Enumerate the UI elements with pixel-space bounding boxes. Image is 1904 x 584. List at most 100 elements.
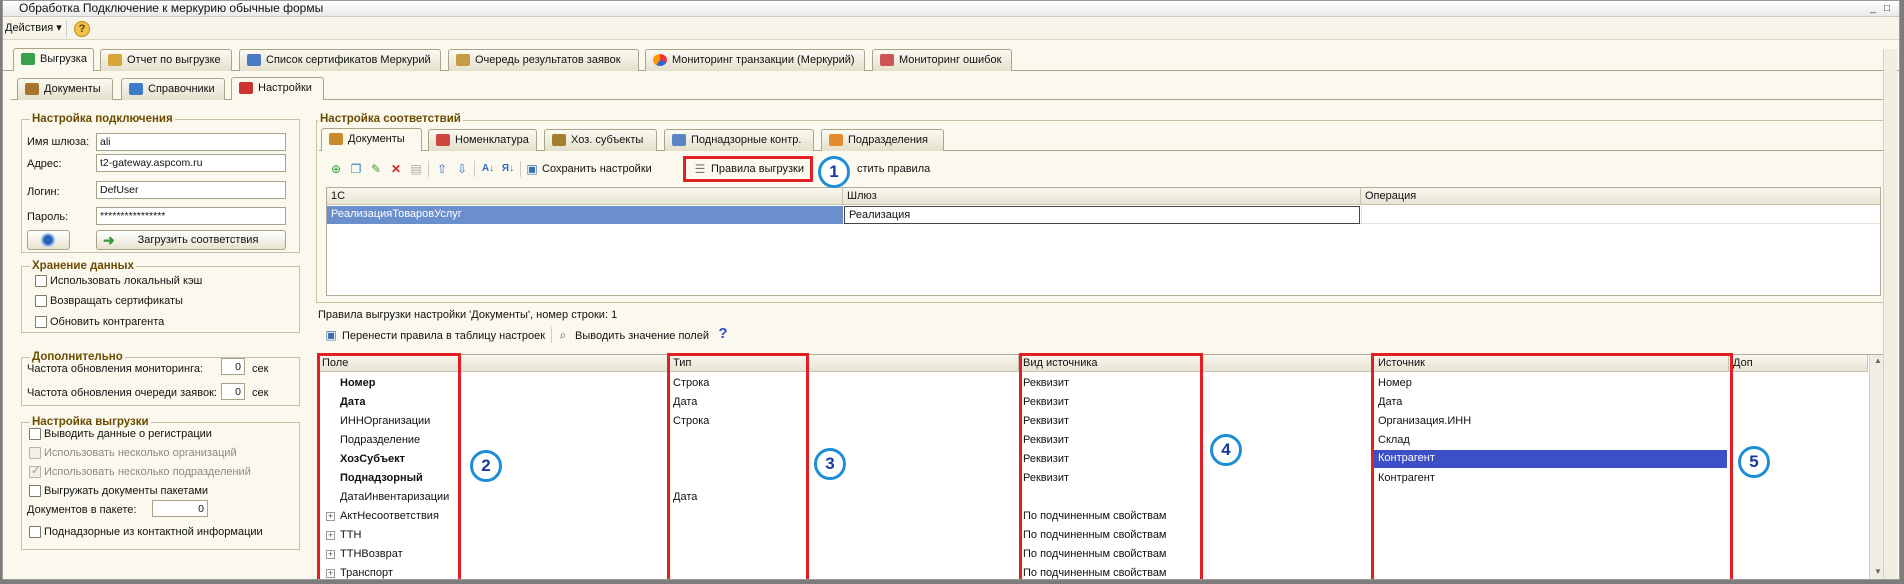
registration-data-checkbox[interactable] — [29, 428, 41, 440]
export-settings-title: Настройка выгрузки — [30, 416, 151, 428]
book-icon — [129, 83, 143, 95]
highlight-kind-column — [1019, 353, 1203, 579]
scroll-up-icon[interactable]: ▲ — [1874, 356, 1882, 365]
tab-label: Выгрузка — [40, 53, 87, 65]
col-operation[interactable]: Операция — [1361, 188, 1880, 205]
tab-label: Отчет по выгрузке — [127, 54, 221, 66]
monitor-icon — [880, 54, 894, 66]
tab-label: Мониторинг транзакции (Меркурий) — [672, 54, 855, 66]
tab-references[interactable]: Справочники — [121, 78, 225, 100]
sort-asc-icon[interactable]: A↓ — [480, 161, 496, 177]
add-icon[interactable]: ⊕ — [328, 161, 344, 177]
mapping-tab-documents[interactable]: Документы — [321, 128, 422, 151]
col-gateway[interactable]: Шлюз — [843, 188, 1361, 205]
move-down-icon[interactable]: ⇩ — [454, 161, 470, 177]
update-counterparty-checkbox[interactable] — [35, 316, 47, 328]
tab-label: Очередь результатов заявок — [475, 54, 621, 66]
help-icon[interactable]: ? — [74, 21, 90, 37]
update-counterparty-label: Обновить контрагента — [50, 316, 165, 328]
annotation-3: 3 — [814, 448, 846, 480]
menu-bar: Действия ▾ ? — [3, 18, 1899, 40]
tab-transaction-monitoring[interactable]: Мониторинг транзакции (Меркурий) — [645, 49, 865, 71]
menu-divider — [66, 20, 67, 38]
arrow-right-icon: ➜ — [103, 232, 115, 248]
actions-menu[interactable]: Действия ▾ — [5, 22, 62, 35]
tab-settings[interactable]: Настройки — [231, 77, 324, 100]
power-icon — [41, 233, 55, 247]
tab-error-monitoring[interactable]: Мониторинг ошибок — [872, 49, 1012, 71]
gateway-input[interactable]: ali — [96, 133, 286, 151]
toolbar-divider — [428, 161, 429, 177]
report-icon — [108, 54, 122, 66]
address-input[interactable]: t2-gateway.aspcom.ru — [96, 154, 286, 172]
annotation-5: 5 — [1738, 446, 1770, 478]
documents-icon — [329, 133, 343, 145]
col-extra[interactable]: Доп — [1729, 355, 1868, 372]
local-cache-checkbox[interactable] — [35, 275, 47, 287]
supervised-contacts-checkbox[interactable] — [29, 526, 41, 538]
sort-desc-icon[interactable]: Я↓ — [500, 161, 516, 177]
maximize-icon[interactable]: □ — [1881, 3, 1893, 14]
move-up-icon[interactable]: ⇧ — [434, 161, 450, 177]
mapping-tab-nomenclature[interactable]: Номенклатура — [428, 129, 537, 151]
docs-per-batch-input[interactable]: 0 — [152, 500, 208, 517]
toolbar-divider — [520, 161, 521, 177]
mapping-tab-supervised[interactable]: Поднадзорные контр. — [664, 129, 814, 151]
window-scrollbar[interactable] — [1883, 49, 1897, 579]
toolbar-divider — [551, 327, 552, 343]
tab-export-report[interactable]: Отчет по выгрузке — [100, 49, 232, 71]
tab-request-queue[interactable]: Очередь результатов заявок — [448, 49, 639, 71]
tab-label: Настройки — [258, 82, 312, 94]
tab-export[interactable]: Выгрузка — [13, 48, 94, 71]
transfer-icon[interactable]: ▣ — [323, 327, 339, 343]
table-row[interactable]: РеализацияТоваровУслуг Реализация — [327, 206, 1880, 224]
mapping-tab-divisions[interactable]: Подразделения — [821, 129, 944, 151]
clear-rules-button[interactable]: стить правила — [857, 163, 930, 176]
tab-certificates[interactable]: Список сертификатов Меркурий — [239, 49, 441, 71]
tab-label: Документы — [44, 83, 101, 95]
home-icon — [829, 134, 843, 146]
connect-button[interactable] — [27, 230, 70, 250]
tab-label: Список сертификатов Меркурий — [266, 54, 431, 66]
connection-title: Настройка подключения — [30, 113, 175, 125]
cell-gateway[interactable]: Реализация — [844, 206, 1360, 224]
show-values-button[interactable]: Выводить значение полей — [575, 330, 709, 343]
monitor-frequency-input[interactable]: 0 — [221, 358, 245, 375]
save-settings-icon[interactable]: ▣ — [524, 161, 540, 177]
highlight-type-column — [667, 353, 809, 579]
gateway-label: Имя шлюза: — [27, 136, 90, 148]
pie-chart-icon — [653, 54, 667, 66]
load-mappings-label: Загрузить соответствия — [137, 234, 259, 246]
queue-frequency-input[interactable]: 0 — [221, 383, 245, 400]
col-1c[interactable]: 1С — [327, 188, 843, 205]
tab-documents[interactable]: Документы — [17, 78, 113, 100]
tab-label: Документы — [348, 133, 405, 145]
delete-icon[interactable]: ✕ — [388, 161, 404, 177]
extra-title: Дополнительно — [30, 351, 125, 363]
multi-division-label: Использовать несколько подразделений — [44, 466, 251, 478]
mapping-tab-entities[interactable]: Хоз. субъекты — [544, 129, 657, 151]
transfer-rules-button[interactable]: Перенести правила в таблицу настроек — [342, 330, 545, 343]
copy-icon[interactable]: ❐ — [348, 161, 364, 177]
mapping-table: 1С Шлюз Операция РеализацияТоваровУслуг … — [326, 187, 1881, 296]
return-certificates-checkbox[interactable] — [35, 295, 47, 307]
disabled-icon: ▤ — [410, 162, 422, 176]
magnifier-icon[interactable]: ⌕ — [555, 327, 571, 343]
mapping-title: Настройка соответствий — [318, 113, 463, 125]
storage-title: Хранение данных — [30, 260, 136, 272]
actions-label: Действия — [5, 22, 54, 34]
address-label: Адрес: — [27, 158, 62, 170]
queue-icon — [456, 54, 470, 66]
window-title: Обработка Подключение к меркурию обычные… — [19, 1, 324, 15]
save-settings-button[interactable]: Сохранить настройки — [542, 163, 652, 176]
batch-export-checkbox[interactable] — [29, 485, 41, 497]
help-question-icon[interactable]: ? — [715, 326, 731, 342]
minimize-icon[interactable]: _ — [1867, 3, 1879, 14]
tab-label: Поднадзорные контр. — [691, 134, 802, 146]
edit-icon[interactable]: ✎ — [368, 161, 384, 177]
login-input[interactable]: DefUser — [96, 181, 286, 199]
password-input[interactable]: **************** — [96, 207, 286, 225]
load-mappings-button[interactable]: ➜ Загрузить соответствия — [96, 230, 286, 250]
scroll-down-icon[interactable]: ▼ — [1874, 567, 1882, 576]
docs-per-batch-label: Документов в пакете: — [27, 504, 137, 516]
